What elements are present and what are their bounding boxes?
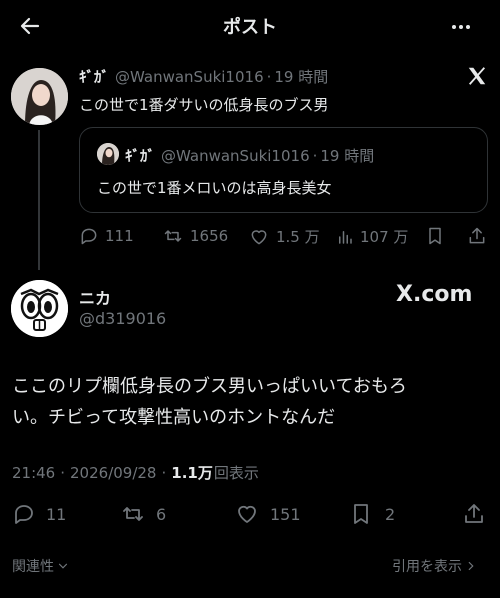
- reply-count: 111: [105, 227, 134, 245]
- reply-button[interactable]: 11: [12, 502, 66, 526]
- author-handle[interactable]: @WanwanSuki1016: [115, 68, 264, 86]
- view-quotes-label: 引用を表示: [392, 559, 462, 575]
- heart-icon: [248, 227, 270, 247]
- bookmark-button[interactable]: 2: [349, 502, 395, 526]
- repost-button[interactable]: 1656: [162, 226, 228, 246]
- post-date: 2026/09/28: [70, 463, 157, 482]
- post-text-line: い。チビって攻撃性高いのホントなんだ: [12, 407, 336, 428]
- separator: ·: [312, 146, 318, 165]
- post-text: この世で1番ダサいの低身長のブス男: [79, 96, 329, 114]
- x-logo-icon: [466, 65, 488, 87]
- post-text: ここのリプ欄低身長のブス男いっぱいいておもろ い。チビって攻撃性高いのホントなん…: [12, 371, 407, 433]
- author-handle[interactable]: @d319016: [79, 309, 166, 328]
- post-time: 21:46: [12, 463, 56, 482]
- quoted-post[interactable]: [79, 127, 488, 213]
- page-title: ポスト: [223, 17, 277, 38]
- avatar[interactable]: [11, 68, 68, 125]
- separator: ·: [266, 67, 272, 86]
- bookmark-count: 2: [385, 504, 396, 524]
- author-name[interactable]: ｷﾞｶﾞ: [79, 66, 109, 87]
- repost-count: 1656: [190, 227, 229, 245]
- reply-icon: [12, 502, 36, 526]
- x-com-watermark: X.com: [396, 282, 473, 307]
- reply-count: 11: [46, 504, 67, 524]
- thread-line: [38, 130, 40, 270]
- author-name[interactable]: ニカ: [79, 285, 111, 309]
- repost-count: 6: [156, 504, 167, 524]
- sort-label: 関連性: [12, 559, 54, 575]
- post-time[interactable]: 19 時間: [274, 66, 328, 87]
- repost-icon: [162, 226, 184, 246]
- repost-icon: [120, 502, 146, 526]
- like-count: 151: [270, 504, 301, 524]
- view-count: 1.1万: [171, 464, 213, 482]
- bookmark-icon[interactable]: [425, 226, 445, 246]
- quoted-author-handle: @WanwanSuki1016: [161, 146, 310, 165]
- chevron-down-icon: [56, 559, 70, 573]
- quoted-time: 19 時間: [320, 147, 375, 165]
- reply-icon: [79, 226, 99, 246]
- reply-button[interactable]: 111: [79, 226, 134, 246]
- share-icon[interactable]: [462, 502, 486, 526]
- quoted-avatar: [97, 143, 119, 165]
- more-options-icon[interactable]: [449, 15, 473, 39]
- repost-button[interactable]: 6: [120, 502, 166, 526]
- avatar[interactable]: [11, 280, 68, 337]
- views-button[interactable]: 107 万: [336, 226, 408, 247]
- analytics-icon: [336, 227, 354, 247]
- like-button[interactable]: 1.5 万: [248, 226, 320, 247]
- separator: ·: [60, 463, 66, 482]
- chevron-right-icon: [464, 559, 478, 573]
- sort-dropdown[interactable]: 関連性: [12, 556, 70, 576]
- like-count: 1.5 万: [276, 228, 320, 246]
- like-button[interactable]: 151: [234, 502, 301, 526]
- share-icon[interactable]: [467, 226, 487, 246]
- post-text-line: ここのリプ欄低身長のブス男いっぱいいておもろ: [12, 376, 407, 397]
- views-count: 107 万: [360, 228, 409, 246]
- quoted-author-name: ｷﾞｶﾞ: [125, 147, 156, 165]
- bookmark-icon: [349, 502, 373, 526]
- separator: ·: [161, 463, 167, 482]
- view-quotes-link[interactable]: 引用を表示: [392, 556, 478, 576]
- heart-icon: [234, 502, 260, 526]
- quoted-text: この世で1番メロいのは高身長美女: [97, 179, 332, 197]
- view-label: 回表示: [213, 464, 259, 482]
